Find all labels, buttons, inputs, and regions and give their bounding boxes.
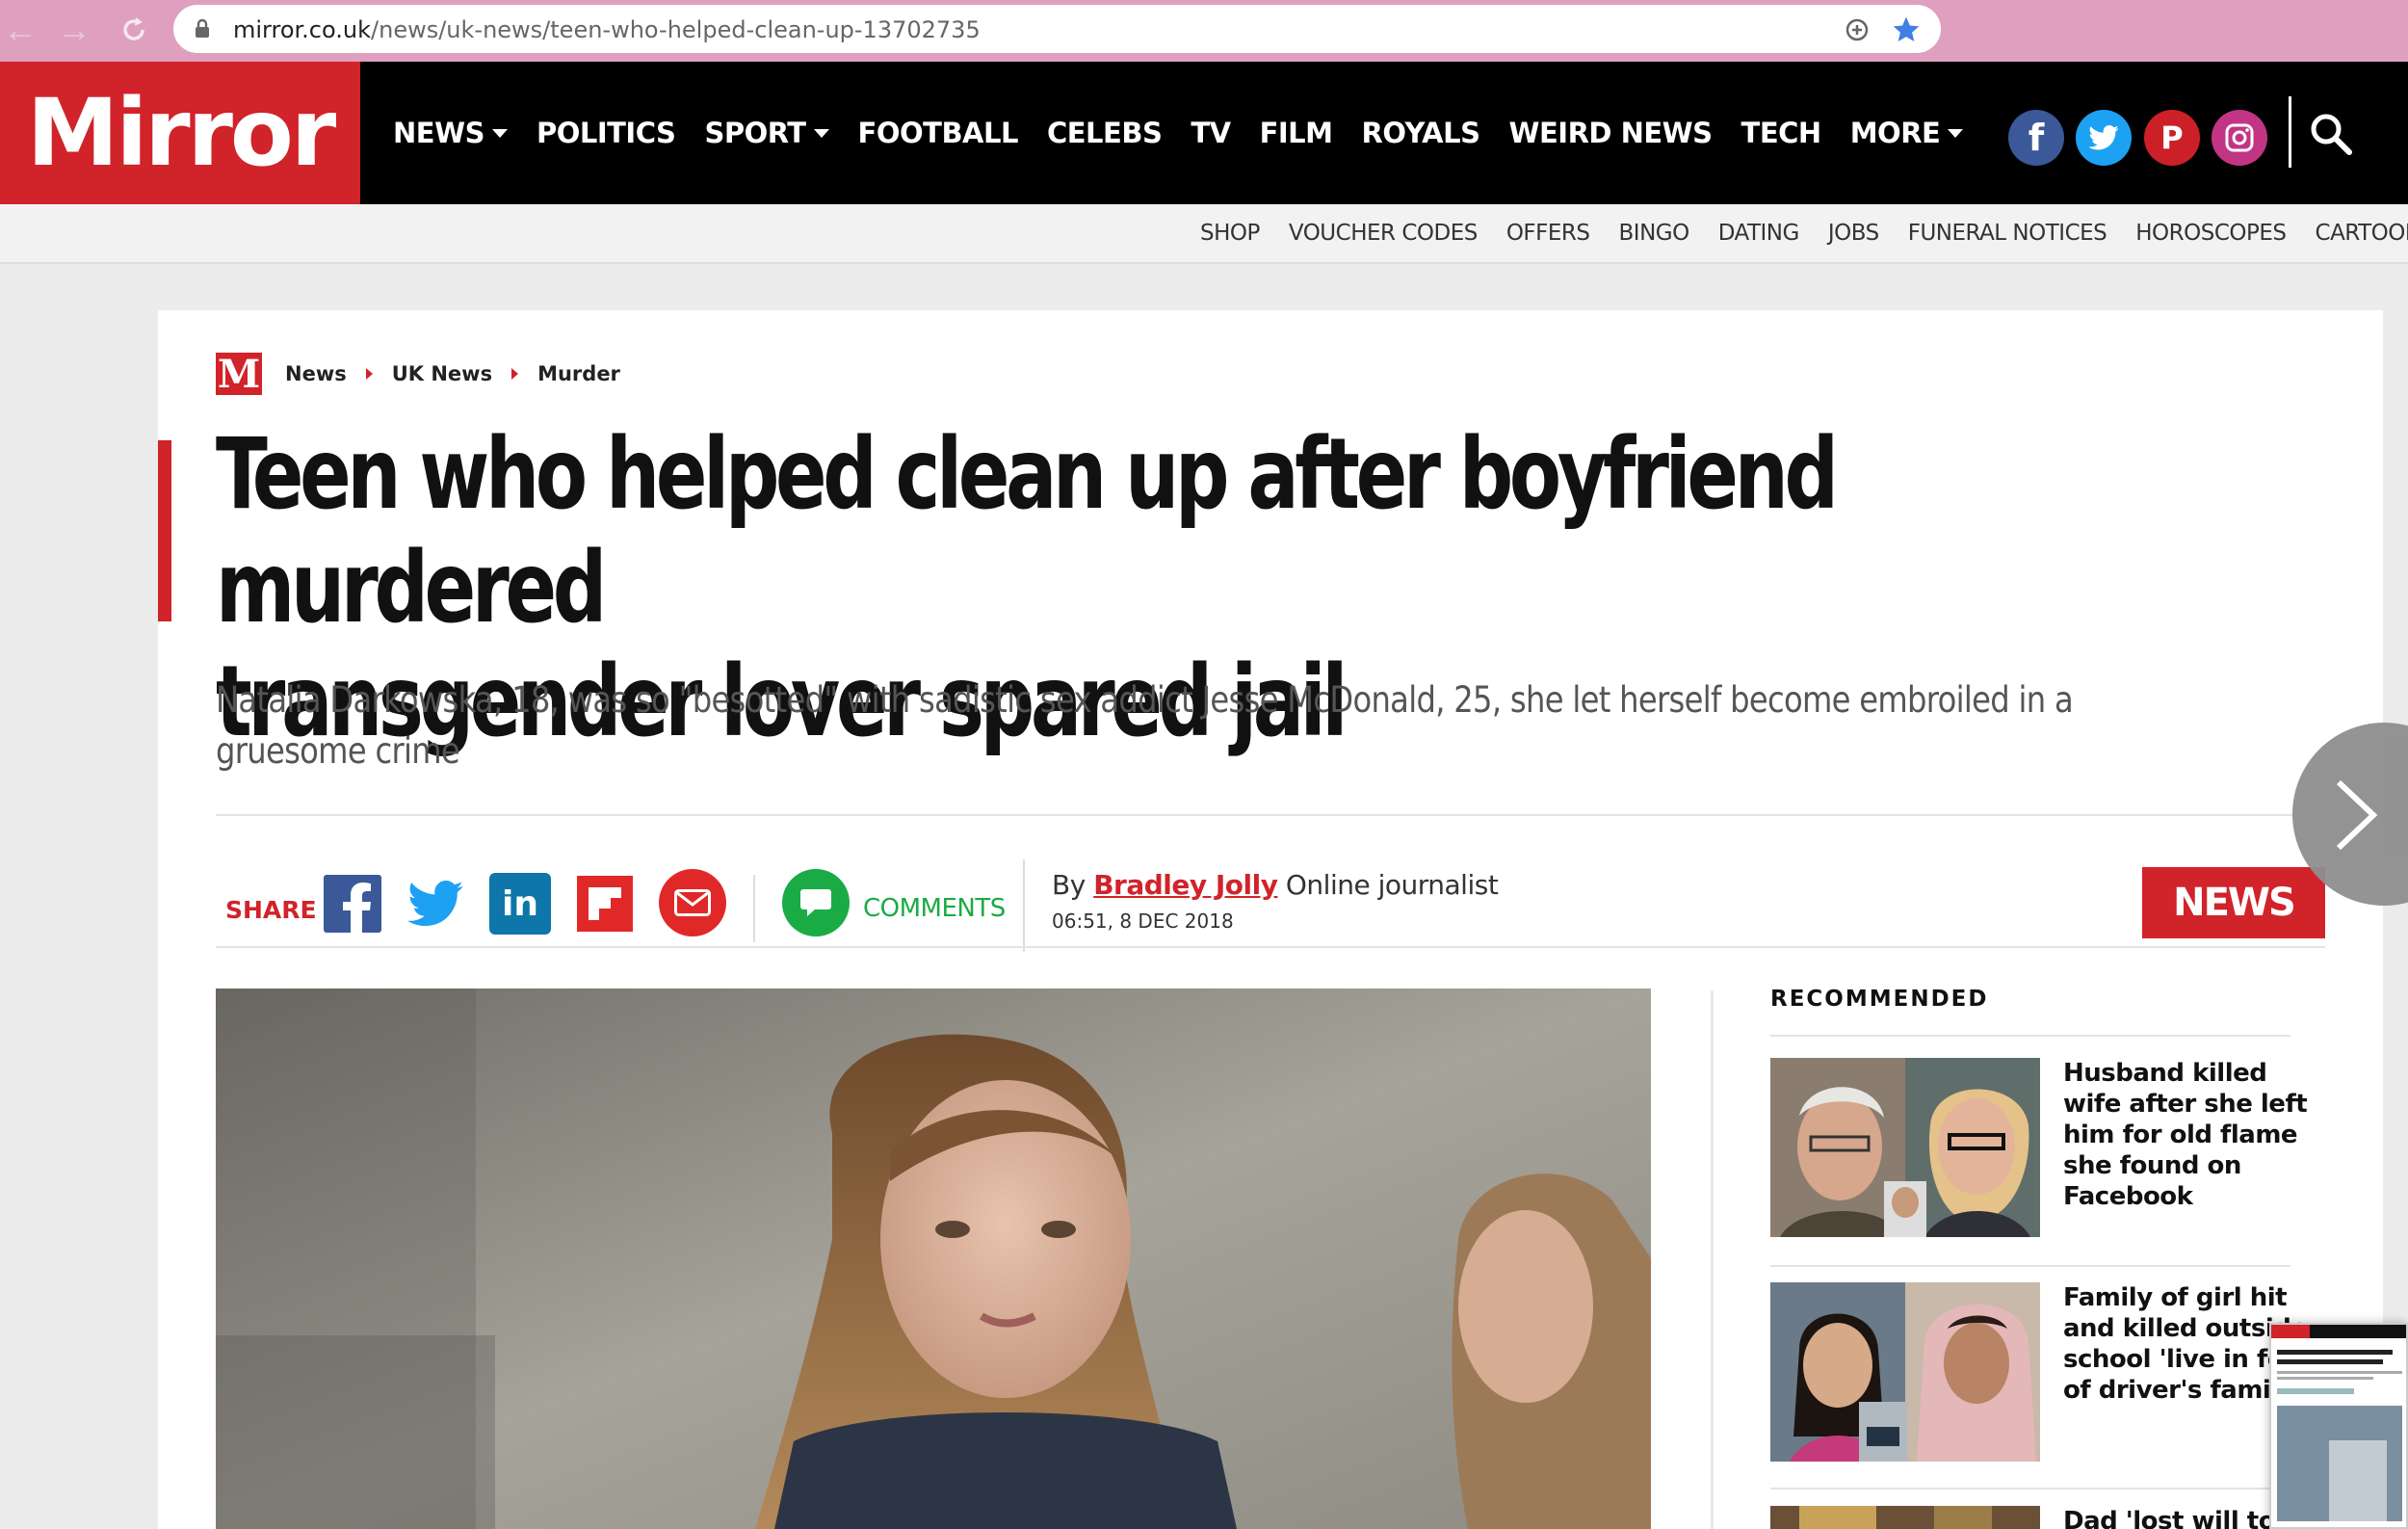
nav-item-label: WEIRD NEWS	[1508, 117, 1713, 149]
page-preview-thumbnail[interactable]	[2269, 1323, 2408, 1529]
nav-item-politics[interactable]: POLITICS	[536, 117, 676, 149]
share-label: SHARE	[225, 896, 317, 924]
facebook-icon[interactable]: f	[2008, 110, 2064, 166]
mirror-m-logo[interactable]: M	[216, 352, 262, 397]
instagram-icon[interactable]	[2212, 110, 2267, 166]
bookmark-star-icon[interactable]	[1891, 14, 1922, 45]
forward-button[interactable]: →	[54, 10, 94, 50]
article-card: M News UK News Murder Teen who helped cl…	[158, 310, 2402, 1529]
recommended-thumbnail[interactable]	[1770, 1506, 2040, 1529]
nav-item-football[interactable]: FOOTBALL	[857, 117, 1019, 149]
subnav-item[interactable]: BINGO	[1619, 221, 1690, 246]
author-link[interactable]: Bradley Jolly	[1093, 869, 1278, 901]
timestamp: 06:51, 8 DEC 2018	[1052, 909, 1234, 933]
nav-item-sport[interactable]: SPORT	[704, 117, 829, 149]
flipboard-share-icon[interactable]	[574, 873, 636, 935]
subnav-item[interactable]: SHOP	[1200, 221, 1260, 246]
address-bar[interactable]: mirror.co.uk/news/uk-news/teen-who-helpe…	[173, 5, 1941, 53]
reload-button[interactable]	[114, 10, 154, 50]
nav-item-label: CELEBS	[1046, 117, 1163, 149]
pinterest-icon[interactable]: P	[2144, 110, 2200, 166]
nav-item-weird-news[interactable]: WEIRD NEWS	[1508, 117, 1713, 149]
byline-divider	[1023, 859, 1025, 952]
nav-item-tech[interactable]: TECH	[1741, 117, 1822, 149]
headline-accent-bar	[158, 440, 171, 621]
recommended-item[interactable]: Husband killed wife after she left him f…	[1770, 1058, 2308, 1237]
breadcrumb-arrow-icon	[511, 368, 519, 380]
breadcrumb-item[interactable]: News	[285, 362, 347, 385]
zoom-icon[interactable]	[1845, 17, 1870, 42]
divider	[216, 814, 2402, 816]
column-divider	[1711, 990, 1714, 1529]
browser-toolbar: ← → mirror.co.uk/news/uk-news/teen-who-h…	[0, 0, 2408, 62]
byline: By Bradley Jolly Online journalist	[1052, 869, 1499, 901]
site-header: Mirror NEWS POLITICS SPORT FOOTBALL CELEBS TV…	[0, 62, 2408, 204]
recommended-item[interactable]: Dad 'lost will to live'	[1770, 1506, 2290, 1529]
subnav-item[interactable]: VOUCHER CODES	[1289, 221, 1478, 246]
nav-item-label: MORE	[1849, 117, 1941, 149]
share-bar: SHARE in COMMENTS By Bradley Jolly Onlin…	[216, 836, 2325, 962]
facebook-share-icon[interactable]	[322, 873, 383, 935]
recommended-headline[interactable]: Husband killed wife after she left him f…	[2063, 1058, 2314, 1212]
breadcrumb-item[interactable]: UK News	[392, 362, 492, 385]
section-tag[interactable]: NEWS	[2142, 867, 2325, 938]
twitter-share-icon[interactable]	[405, 873, 466, 935]
subnav-item[interactable]: FUNERAL NOTICES	[1908, 221, 2107, 246]
comments-icon[interactable]	[782, 869, 850, 936]
nav-item-label: SPORT	[704, 117, 806, 149]
divider	[216, 946, 2325, 948]
email-share-icon[interactable]	[659, 869, 726, 936]
breadcrumb-arrow-icon	[365, 368, 373, 380]
reload-icon	[123, 17, 144, 40]
main-nav: NEWS POLITICS SPORT FOOTBALL CELEBS TV FILM ROY…	[393, 62, 1964, 204]
subnav-item[interactable]: OFFERS	[1506, 221, 1590, 246]
recommended-title: RECOMMENDED	[1770, 987, 1989, 1012]
twitter-icon[interactable]	[2076, 110, 2132, 166]
standfirst: Natalia Darkowska, 18, was so "besotted"…	[216, 679, 2074, 772]
nav-item-royals[interactable]: ROYALS	[1362, 117, 1480, 149]
nav-item-label: POLITICS	[536, 117, 676, 149]
subnav-item[interactable]: CARTOONS	[2316, 221, 2408, 246]
header-divider	[2289, 96, 2291, 168]
nav-item-label: NEWS	[393, 117, 484, 149]
chevron-down-icon	[813, 128, 829, 138]
subnav-item[interactable]: JOBS	[1828, 221, 1879, 246]
nav-item-label: ROYALS	[1361, 117, 1480, 149]
subnav-item[interactable]: HOROSCOPES	[2135, 221, 2287, 246]
chevron-down-icon	[491, 128, 508, 138]
search-icon[interactable]	[2309, 112, 2353, 156]
lock-icon	[196, 19, 209, 38]
divider	[1770, 1265, 2290, 1267]
share-divider	[753, 875, 755, 942]
recommended-thumbnail[interactable]	[1770, 1282, 2040, 1462]
recommended-thumbnail[interactable]	[1770, 1058, 2040, 1237]
sub-nav: SHOP VOUCHER CODES OFFERS BINGO DATING JOBS FU…	[0, 204, 2408, 264]
divider	[1770, 1488, 2290, 1489]
comments-link[interactable]: COMMENTS	[863, 894, 1006, 923]
recommended-item[interactable]: Family of girl hit and killed outside sc…	[1770, 1282, 2313, 1462]
mirror-logo[interactable]: Mirror	[0, 62, 360, 204]
nav-item-more[interactable]: MORE	[1850, 117, 1964, 149]
divider	[1770, 1035, 2290, 1037]
breadcrumb-item[interactable]: Murder	[537, 362, 620, 385]
nav-item-tv[interactable]: TV	[1191, 117, 1231, 149]
subnav-item[interactable]: DATING	[1718, 221, 1800, 246]
nav-item-label: TV	[1191, 117, 1231, 149]
nav-item-label: FOOTBALL	[857, 117, 1019, 149]
url-text[interactable]: mirror.co.uk/news/uk-news/teen-who-helpe…	[233, 16, 981, 43]
breadcrumb: M News UK News Murder	[216, 352, 620, 397]
hero-photo-art	[216, 989, 1651, 1529]
chevron-right-icon	[2336, 779, 2378, 851]
nav-item-label: FILM	[1259, 117, 1333, 149]
article-hero-image	[216, 989, 1651, 1529]
linkedin-share-icon[interactable]: in	[489, 873, 551, 935]
nav-item-celebs[interactable]: CELEBS	[1046, 117, 1163, 149]
back-button[interactable]: ←	[0, 10, 40, 50]
chevron-down-icon	[1948, 128, 1964, 138]
nav-item-news[interactable]: NEWS	[393, 117, 508, 149]
nav-item-film[interactable]: FILM	[1260, 117, 1333, 149]
nav-item-label: TECH	[1741, 117, 1822, 149]
